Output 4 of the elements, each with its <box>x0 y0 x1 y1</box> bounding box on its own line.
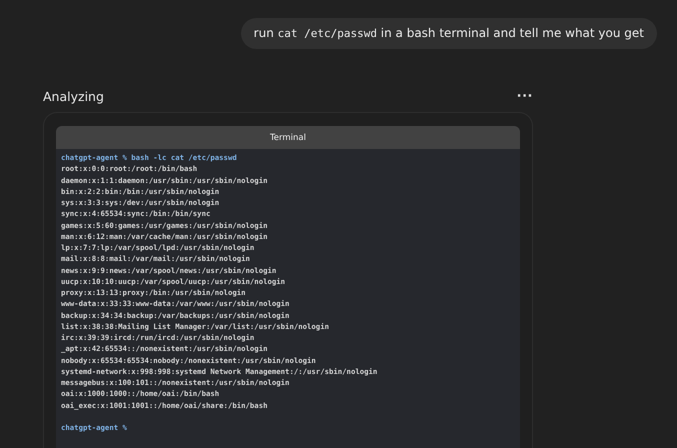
user-message: run cat /etc/passwd in a bash terminal and tell me what you get <box>240 18 657 49</box>
terminal-title: Terminal <box>56 126 520 149</box>
more-options-button[interactable]: ··· <box>516 89 533 104</box>
status-title: Analyzing <box>43 89 104 104</box>
